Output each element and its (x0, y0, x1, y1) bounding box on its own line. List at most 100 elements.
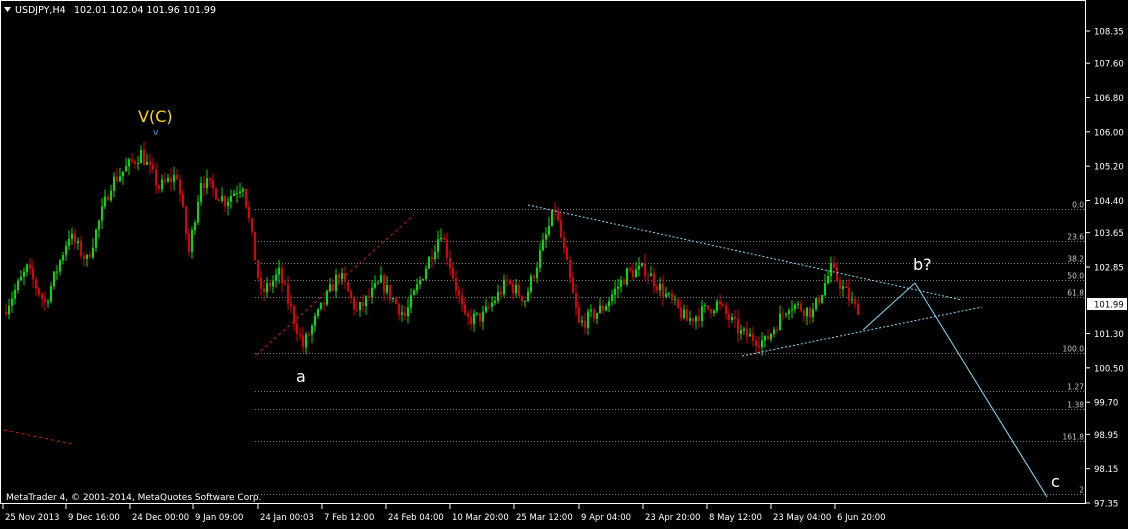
candle-body (11, 298, 13, 306)
candle-body (674, 299, 676, 301)
candle-body (629, 268, 631, 271)
candle-body (641, 263, 643, 266)
candle-body (86, 254, 88, 259)
candle-body (32, 268, 34, 280)
candle-body (503, 279, 505, 295)
candle-body (35, 279, 37, 289)
candle-body (47, 301, 49, 303)
time-tick-label: 25 Mar 12:00 (516, 513, 573, 523)
candle-body (443, 237, 445, 240)
time-tick-label: 8 May 12:00 (709, 513, 762, 523)
time-tick-label: 24 Jan 00:03 (260, 513, 314, 523)
time-tick-label: 9 Jan 09:00 (195, 513, 243, 523)
candle-body (404, 312, 406, 317)
candle-body (401, 312, 403, 315)
candle-body (638, 265, 640, 270)
candle-body (392, 298, 394, 300)
candle-body (680, 307, 682, 319)
candle-body (413, 290, 415, 296)
candle-body (371, 287, 373, 298)
fibo-level-label: 1.27 (1067, 383, 1084, 392)
candle-body (761, 340, 763, 348)
candle-body (704, 305, 706, 307)
candle-body (512, 283, 514, 294)
candle-body (455, 278, 457, 291)
candle-body (527, 291, 529, 302)
candle-body (566, 247, 568, 261)
candle-body (215, 188, 217, 200)
price-tick-label: 108.35 (1094, 28, 1124, 38)
candle-body (770, 333, 772, 340)
candle-body (314, 315, 316, 326)
candle-body (278, 267, 280, 275)
candle-body (353, 297, 355, 310)
candle-body (422, 279, 424, 281)
price-tick-label: 97.35 (1094, 500, 1118, 510)
candle-body (725, 305, 727, 315)
candle-body (197, 201, 199, 223)
candle-body (221, 196, 223, 202)
candle-body (272, 280, 274, 287)
candle-body (839, 280, 841, 289)
candle-body (260, 277, 262, 289)
candle-body (302, 335, 304, 348)
candle-body (797, 303, 799, 305)
candle-body (140, 150, 142, 164)
candle-body (338, 274, 340, 280)
candle-body (98, 220, 100, 230)
candle-body (419, 279, 421, 285)
time-tick-label: 23 Apr 20:00 (645, 513, 700, 523)
candle-body (764, 335, 766, 341)
candle-body (56, 271, 58, 273)
candle-body (74, 233, 76, 244)
time-tick-label: 9 Dec 16:00 (68, 513, 120, 523)
candle-body (134, 161, 136, 164)
candle-body (815, 298, 817, 310)
candle-body (626, 268, 628, 285)
chart-window[interactable]: 0.0 23.6 38.2 50.0 61.8 100.0 1.27 1.38 161.8 2 1… (0, 0, 1128, 525)
candle-body (191, 229, 193, 252)
candle-body (845, 286, 847, 288)
candle-body (263, 288, 265, 293)
candle-body (836, 267, 838, 281)
candle-body (110, 190, 112, 201)
candle-body (659, 283, 661, 291)
candle-body (230, 195, 232, 202)
candle-body (494, 300, 496, 303)
candle-body (728, 314, 730, 320)
candle-body (788, 310, 790, 314)
candle-body (821, 295, 823, 303)
candle-body (113, 176, 115, 191)
candle-body (488, 306, 490, 308)
candle-body (254, 231, 256, 261)
candle-body (431, 257, 433, 260)
fibo-level-label: 61.8 (1067, 289, 1084, 298)
price-tick-label: 105.20 (1094, 163, 1124, 173)
candle-body (128, 159, 130, 167)
wave-label-a: a (296, 367, 306, 386)
candle-body (386, 285, 388, 293)
candle-body (164, 179, 166, 182)
candle-body (548, 225, 550, 235)
candle-body (509, 280, 511, 284)
candle-body (614, 288, 616, 295)
candle-body (233, 193, 235, 196)
candle-body (776, 329, 778, 331)
candle-body (581, 320, 583, 323)
candle-body (350, 291, 352, 298)
candle-body (557, 211, 559, 221)
candle-body (62, 255, 64, 261)
candle-body (824, 283, 826, 296)
chart-background (0, 0, 1128, 525)
candle-body (482, 311, 484, 322)
candle-body (587, 311, 589, 328)
candle-body (17, 280, 19, 290)
candle-body (827, 276, 829, 284)
candle-body (218, 199, 220, 202)
candle-body (539, 250, 541, 268)
candle-body (269, 283, 271, 287)
candle-body (5, 312, 7, 315)
candle-body (491, 302, 493, 307)
candle-body (854, 299, 856, 304)
candle-body (398, 303, 400, 315)
